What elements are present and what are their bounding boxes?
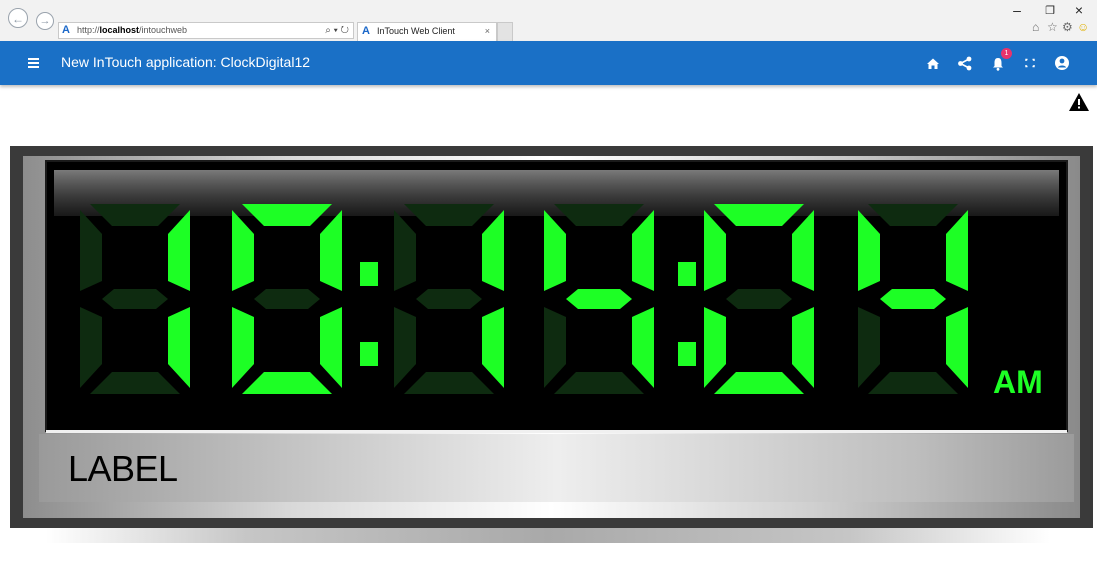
arrow-right-icon: → [39, 15, 51, 27]
notification-badge: 1 [1001, 48, 1012, 59]
address-bar[interactable]: Ahttp://localhost/intouchweb ⌕ ▾ ↻ [58, 22, 354, 39]
fullscreen-button[interactable] [1019, 51, 1041, 75]
home-button[interactable] [922, 51, 944, 75]
back-button[interactable]: ← [8, 8, 28, 28]
feedback-smiley-icon[interactable]: ☺ [1077, 20, 1089, 34]
arrow-left-icon: ← [12, 12, 24, 26]
restore-button[interactable]: ❐ [1042, 4, 1058, 17]
colon-dot [360, 342, 378, 366]
app-bar: New InTouch application: ClockDigital12 [0, 41, 1097, 85]
tab-close-icon[interactable]: × [485, 23, 490, 40]
tab-favicon-icon: A [362, 25, 370, 37]
address-path: /intouchweb [139, 25, 188, 35]
address-tools[interactable]: ⌕ ▾ ↻ [325, 23, 349, 38]
fullscreen-icon [1025, 58, 1035, 68]
warning-icon[interactable] [1068, 92, 1090, 112]
close-window-button[interactable]: × [1071, 2, 1087, 18]
app-title: New InTouch application: ClockDigital12 [61, 54, 311, 70]
clock-shadow [46, 528, 1050, 543]
share-button[interactable] [954, 51, 976, 75]
account-icon [1055, 56, 1069, 70]
address-host: localhost [99, 25, 140, 35]
site-favicon-icon: A [62, 24, 70, 36]
segment-g [566, 289, 632, 309]
home-icon [927, 58, 939, 69]
share-icon [958, 56, 972, 71]
minimize-button[interactable]: – [1009, 2, 1025, 18]
segment-g [102, 289, 168, 309]
tab-title: InTouch Web Client [377, 26, 455, 36]
address-scheme: http:// [77, 25, 100, 35]
home-page-icon[interactable]: ⌂ [1032, 20, 1039, 34]
colon-dot [678, 342, 696, 366]
colon-dot [678, 262, 696, 286]
settings-gear-icon[interactable]: ⚙ [1062, 20, 1073, 34]
account-button[interactable] [1051, 51, 1073, 75]
clock-label: LABEL [68, 448, 178, 489]
new-tab-button[interactable] [497, 22, 513, 41]
forward-button[interactable]: → [36, 12, 54, 30]
ampm-indicator: AM [993, 364, 1043, 400]
colon-dot [360, 262, 378, 286]
segment-g [416, 289, 482, 309]
favorites-star-icon[interactable]: ☆ [1047, 20, 1058, 34]
browser-chrome: ← → Ahttp://localhost/intouchweb ⌕ ▾ ↻ A… [0, 0, 1097, 41]
segment-g [726, 289, 792, 309]
segment-g [880, 289, 946, 309]
segment-g [254, 289, 320, 309]
menu-button[interactable] [26, 52, 44, 74]
browser-tab[interactable]: A InTouch Web Client × [357, 22, 497, 41]
